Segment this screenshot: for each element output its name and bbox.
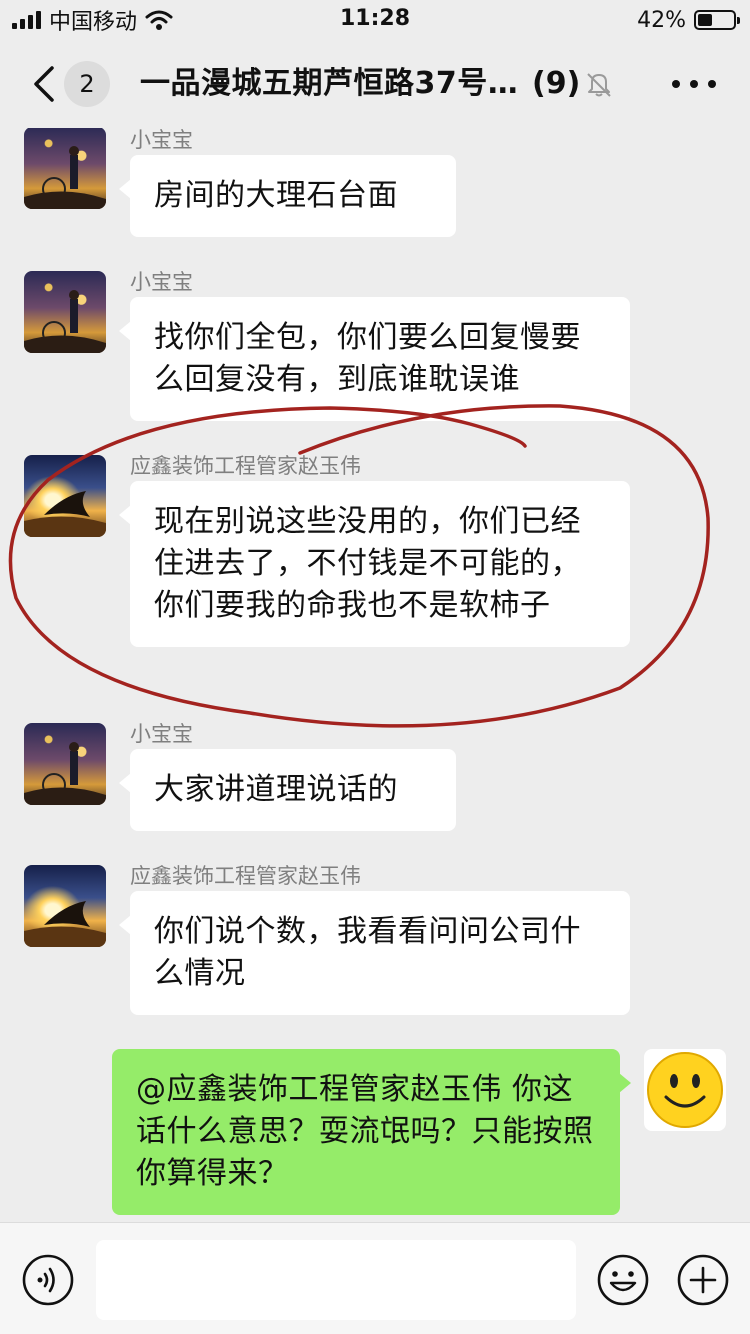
message-bubble[interactable]: 房间的大理石台面	[119, 155, 456, 237]
plus-icon[interactable]	[676, 1253, 730, 1307]
more-options-icon[interactable]	[672, 64, 716, 104]
unread-count-badge[interactable]: 2	[64, 61, 110, 107]
message-list[interactable]: 小宝宝 房间的大理石台面 小宝宝 找你们全包，你们要么回复慢要么回复没有，到底谁…	[0, 128, 750, 1222]
back-chevron-icon[interactable]	[30, 64, 58, 104]
message-bubble[interactable]: 现在别说这些没用的，你们已经住进去了，不付钱是不可能的，你们要我的命我也不是软柿…	[119, 481, 630, 647]
sender-name: 小宝宝	[130, 128, 193, 152]
message-bubble[interactable]: 你们说个数，我看看问问公司什么情况	[119, 891, 630, 1015]
avatar-smiley[interactable]	[644, 1049, 726, 1131]
sender-name: 应鑫装饰工程管家赵玉伟	[130, 864, 361, 888]
message-input[interactable]	[96, 1240, 576, 1320]
battery-icon	[694, 10, 740, 30]
mute-bell-icon	[587, 73, 611, 97]
status-bar: 中国移动 11:28 42%	[0, 0, 750, 40]
input-bar	[0, 1222, 750, 1334]
message-bubble[interactable]: 找你们全包，你们要么回复慢要么回复没有，到底谁耽误谁	[119, 297, 630, 421]
voice-icon[interactable]	[21, 1253, 75, 1307]
sender-name: 小宝宝	[130, 722, 193, 746]
avatar-girl-bicycle[interactable]	[24, 723, 106, 805]
avatar-girl-bicycle[interactable]	[24, 271, 106, 353]
message-bubble[interactable]: 大家讲道理说话的	[119, 749, 456, 831]
avatar-eagle[interactable]	[24, 865, 106, 947]
chat-title[interactable]: 一品漫城五期芦恒路37号2# (9)	[140, 60, 580, 108]
battery-percent: 42%	[637, 7, 686, 33]
sender-name: 应鑫装饰工程管家赵玉伟	[130, 454, 361, 478]
group-name: 一品漫城五期芦恒路37号2#	[140, 66, 522, 101]
chat-header: 2 一品漫城五期芦恒路37号2# (9)	[0, 40, 750, 128]
sender-name: 小宝宝	[130, 270, 193, 294]
message-bubble-self[interactable]: @应鑫装饰工程管家赵玉伟 你这话什么意思？耍流氓吗？只能按照你算得来？	[112, 1049, 631, 1215]
member-count: (9)	[532, 66, 581, 101]
emoji-icon[interactable]	[596, 1253, 650, 1307]
avatar-eagle[interactable]	[24, 455, 106, 537]
avatar-girl-bicycle[interactable]	[24, 128, 106, 209]
